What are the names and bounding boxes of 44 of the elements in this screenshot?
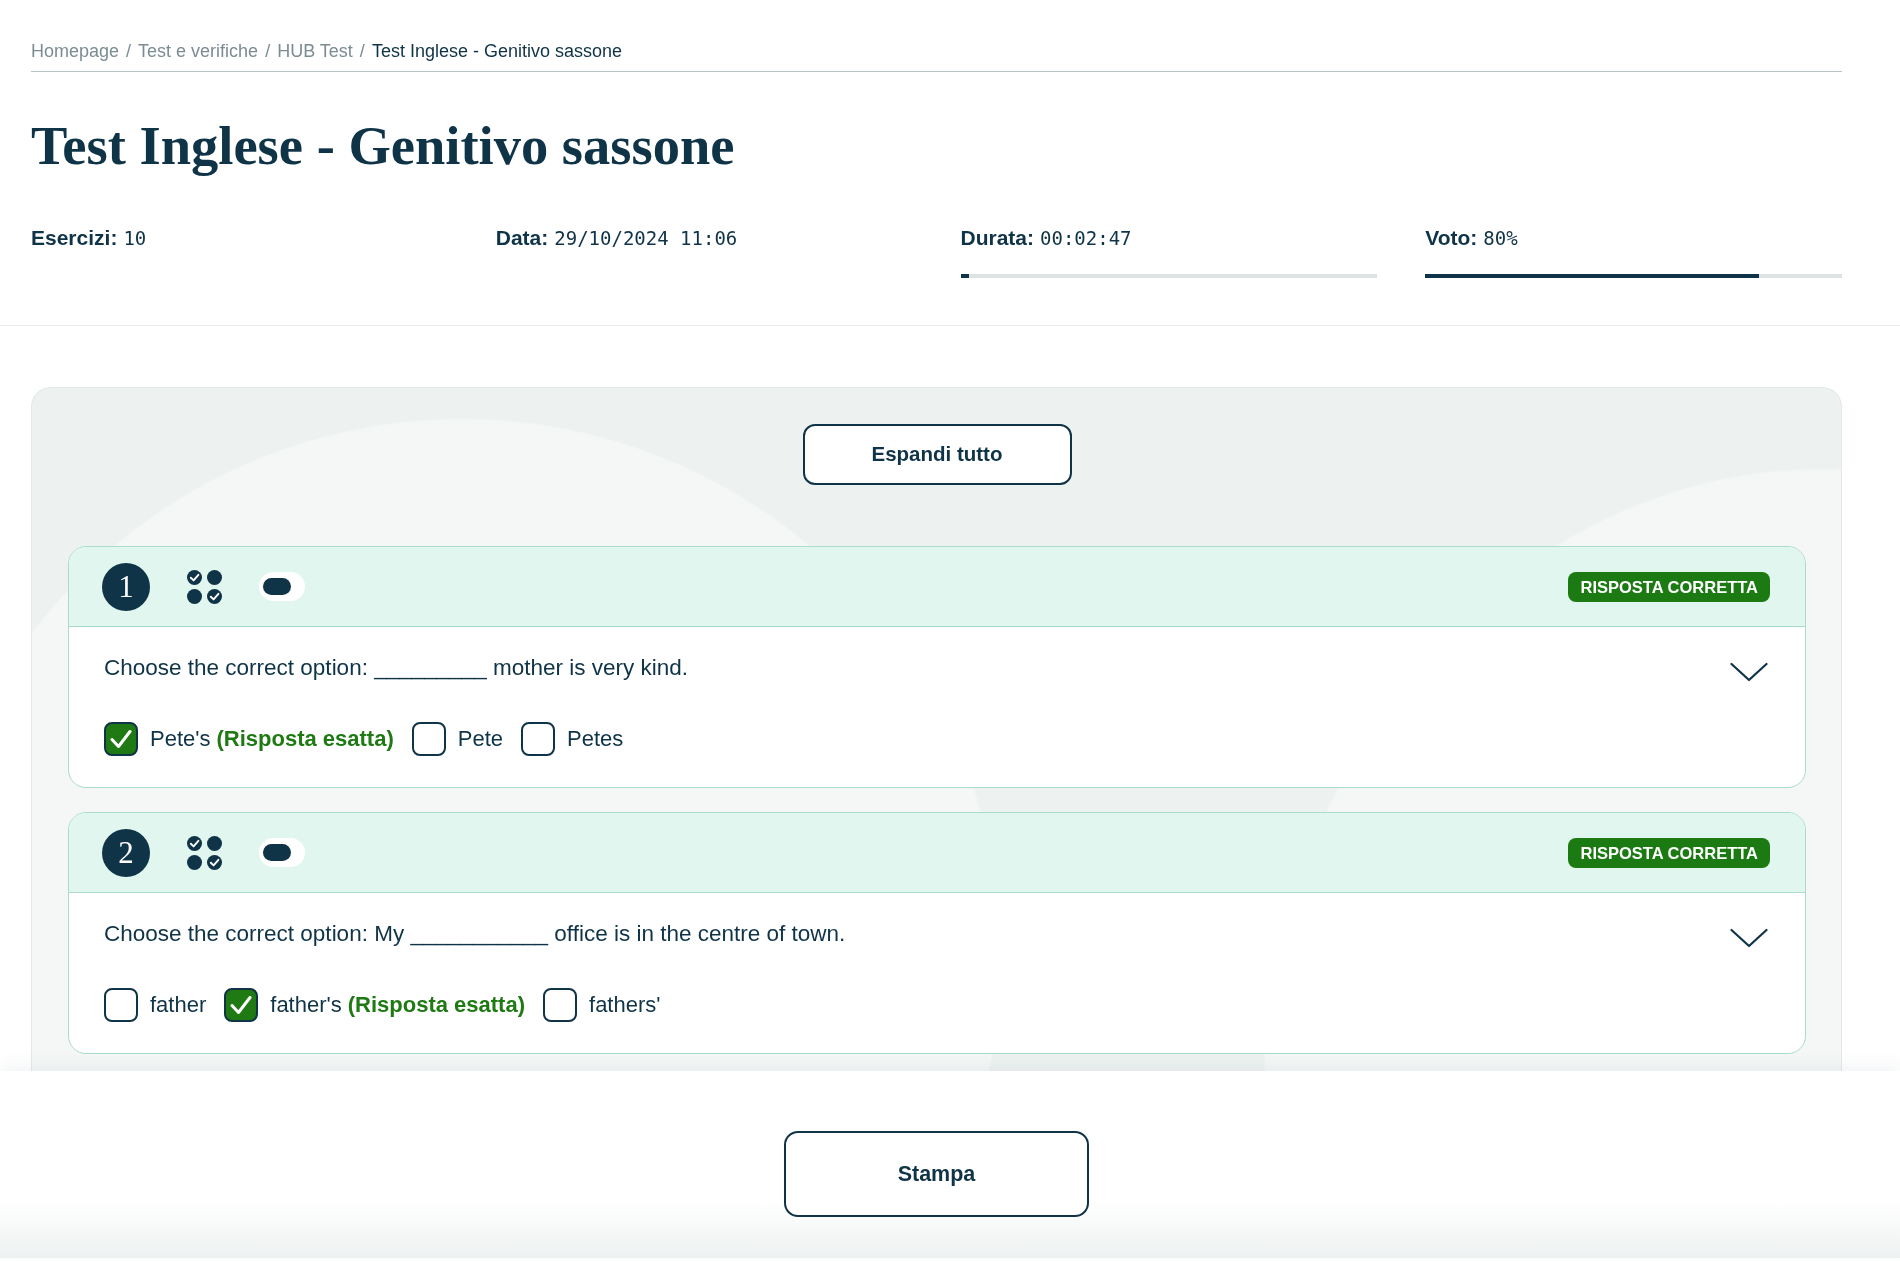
stat-value: 80% xyxy=(1483,227,1518,249)
checkbox[interactable] xyxy=(104,722,138,756)
option-label: Pete's (Risposta esatta) xyxy=(150,725,394,753)
option-label: Pete xyxy=(457,725,503,753)
status-badge: RISPOSTA CORRETTA xyxy=(1568,837,1770,868)
stat-value: 29/10/2024 11:06 xyxy=(554,227,738,249)
breadcrumb-link[interactable]: Test e verifiche xyxy=(138,41,259,61)
breadcrumb-current: Test Inglese - Genitivo sassone xyxy=(371,41,622,61)
breadcrumb-separator: / xyxy=(359,41,365,61)
exercise-number: 2 xyxy=(102,828,150,877)
toggle-icon xyxy=(259,572,305,601)
chevron-down-icon[interactable] xyxy=(1730,928,1768,948)
toggle-icon xyxy=(259,838,305,867)
checkbox[interactable] xyxy=(543,988,577,1022)
stat-value: 00:02:47 xyxy=(1040,227,1132,249)
option-label: Petes xyxy=(567,725,624,753)
option-label: father's (Risposta esatta) xyxy=(270,991,525,1019)
check-dots-icon xyxy=(186,834,223,871)
checkbox[interactable] xyxy=(104,988,138,1022)
chevron-down-icon[interactable] xyxy=(1730,662,1768,682)
status-badge: RISPOSTA CORRETTA xyxy=(1568,571,1770,602)
stat-label: Data: xyxy=(495,226,549,249)
option-label: father xyxy=(150,991,207,1019)
breadcrumb-separator: / xyxy=(265,41,271,61)
check-icon xyxy=(230,995,253,1015)
checkbox[interactable] xyxy=(411,722,446,756)
stat-label: Esercizi: xyxy=(31,226,118,249)
breadcrumb-link[interactable]: HUB Test xyxy=(277,41,353,61)
breadcrumb-separator: / xyxy=(126,41,132,61)
question-text: Choose the correct option: _________ mother is very kind. xyxy=(104,654,689,682)
expand-all-button[interactable]: Espandi tutto xyxy=(802,424,1072,485)
checkbox[interactable] xyxy=(521,722,555,756)
option-label: fathers' xyxy=(589,991,661,1019)
stat-label: Voto: xyxy=(1425,226,1478,249)
exercise-number: 1 xyxy=(102,562,150,611)
stat-label: Durata: xyxy=(960,226,1034,249)
print-button[interactable]: Stampa xyxy=(784,1131,1089,1217)
checkbox[interactable] xyxy=(224,988,259,1022)
check-icon xyxy=(110,729,132,749)
stat-value: 10 xyxy=(123,227,147,249)
question-text: Choose the correct option: My ___________ office is in the centre of town. xyxy=(104,920,846,948)
check-dots-icon xyxy=(186,568,223,605)
breadcrumb-link[interactable]: Homepage xyxy=(31,41,120,61)
page-title: Test Inglese - Genitivo sassone xyxy=(31,117,735,175)
